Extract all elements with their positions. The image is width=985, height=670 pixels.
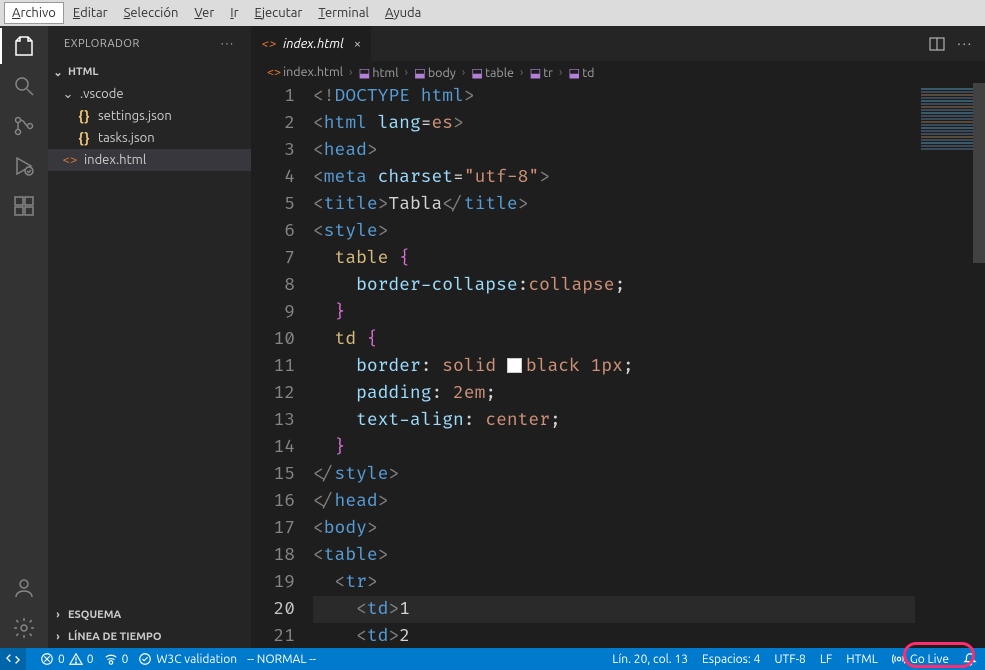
file-index.html[interactable]: <>index.html — [48, 149, 251, 171]
status-bar: 0 0 0 W3C validation -- NORMAL -- Lín. 2… — [0, 648, 985, 670]
remote-indicator[interactable] — [0, 648, 26, 670]
problems-indicator[interactable]: 0 0 — [40, 652, 94, 666]
go-live-button[interactable]: Go Live — [892, 652, 949, 666]
menu-selección[interactable]: Selección — [117, 3, 186, 23]
search-icon[interactable] — [12, 74, 36, 98]
file-tree: ⌄.vscode{}settings.json{}tasks.json<>ind… — [48, 83, 251, 171]
breadcrumb-table[interactable]: ⬓table — [471, 65, 514, 80]
code-content[interactable]: <!DOCTYPE html><html lang=es><head><meta… — [313, 83, 915, 648]
html-file-icon: <> — [62, 152, 78, 168]
settings-gear-icon[interactable] — [12, 616, 36, 640]
breadcrumb-index.html[interactable]: <>index.html — [267, 65, 343, 79]
run-debug-icon[interactable] — [12, 154, 36, 178]
chevron-right-icon: › — [52, 609, 64, 621]
encoding[interactable]: UTF-8 — [774, 653, 805, 666]
chevron-down-icon: ⌄ — [52, 66, 64, 79]
menu-archivo[interactable]: Archivo — [4, 2, 64, 24]
explorer-sidebar: EXPLORADOR ··· ⌄ HTML ⌄.vscode{}settings… — [48, 26, 251, 648]
file-tasks.json[interactable]: {}tasks.json — [48, 127, 251, 149]
menu-ayuda[interactable]: Ayuda — [378, 3, 428, 23]
folder-root-header[interactable]: ⌄ HTML — [48, 61, 251, 83]
activity-bar — [0, 26, 48, 648]
notifications-icon[interactable] — [963, 652, 977, 666]
explorer-icon[interactable] — [12, 34, 36, 58]
menu-editar[interactable]: Editar — [66, 3, 115, 23]
extensions-icon[interactable] — [12, 194, 36, 218]
editor-tabs: <> index.html × ··· — [251, 26, 985, 61]
breadcrumb-tr[interactable]: ⬓tr — [529, 65, 552, 80]
cursor-position[interactable]: Lín. 20, col. 13 — [612, 653, 688, 666]
vim-mode: -- NORMAL -- — [247, 653, 316, 666]
breadcrumb-html[interactable]: ⬓html — [359, 65, 399, 80]
timeline-section[interactable]: › LÍNEA DE TIEMPO — [48, 626, 251, 648]
menu-ver[interactable]: Ver — [187, 3, 221, 23]
html-file-icon: <> — [261, 36, 277, 52]
split-editor-icon[interactable] — [929, 36, 945, 52]
code-editor[interactable]: 123456789101112131415161718192021 <!DOCT… — [251, 83, 985, 648]
sidebar-more-icon[interactable]: ··· — [221, 38, 235, 50]
tab-index-html[interactable]: <> index.html × — [251, 26, 372, 61]
breadcrumb-td[interactable]: ⬓td — [568, 65, 594, 80]
menu-terminal[interactable]: Terminal — [311, 3, 376, 23]
line-numbers: 123456789101112131415161718192021 — [251, 83, 313, 648]
chevron-down-icon: ⌄ — [62, 87, 74, 102]
breadcrumb-body[interactable]: ⬓body — [414, 65, 456, 80]
source-control-icon[interactable] — [12, 114, 36, 138]
json-file-icon: {} — [76, 108, 92, 124]
menu-ejecutar[interactable]: Ejecutar — [248, 3, 310, 23]
chevron-right-icon: › — [52, 631, 64, 643]
ports-indicator[interactable]: 0 — [104, 652, 129, 666]
indentation[interactable]: Espacios: 4 — [702, 653, 760, 666]
more-actions-icon[interactable]: ··· — [957, 37, 973, 51]
menubar: ArchivoEditarSelecciónVerIrEjecutarTermi… — [0, 0, 985, 26]
folder-.vscode[interactable]: ⌄.vscode — [48, 83, 251, 105]
minimap-scrollbar[interactable] — [973, 83, 985, 263]
outline-section[interactable]: › ESQUEMA — [48, 604, 251, 626]
sidebar-title: EXPLORADOR — [64, 38, 140, 50]
accounts-icon[interactable] — [12, 576, 36, 600]
eol[interactable]: LF — [820, 653, 832, 666]
minimap[interactable] — [915, 83, 985, 648]
close-icon[interactable]: × — [354, 37, 361, 51]
menu-ir[interactable]: Ir — [223, 3, 245, 23]
json-file-icon: {} — [76, 130, 92, 146]
w3c-validation[interactable]: W3C validation — [138, 652, 237, 666]
file-settings.json[interactable]: {}settings.json — [48, 105, 251, 127]
breadcrumbs[interactable]: <>index.html›⬓html›⬓body›⬓table›⬓tr›⬓td — [251, 61, 985, 83]
language-mode[interactable]: HTML — [846, 653, 878, 666]
